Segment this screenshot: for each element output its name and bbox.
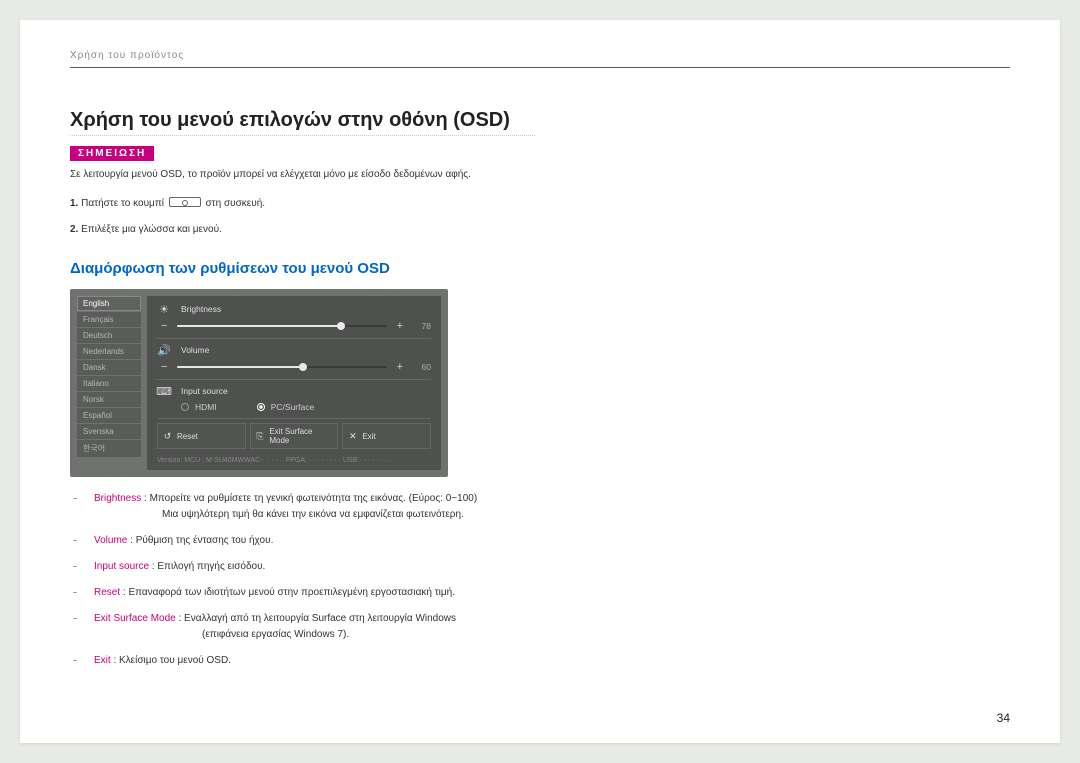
controls-column: ☀ Brightness − + 78 <box>147 296 441 470</box>
desc-sub: (επιφάνεια εργασίας Windows 7). <box>202 627 349 643</box>
brightness-block: ☀ Brightness − + 78 <box>157 302 431 339</box>
desc-input: ﹣ Input source : Επιλογή πηγής εισόδου. <box>70 559 790 575</box>
desc-volume: ﹣ Volume : Ρύθμιση της έντασης του ήχου. <box>70 533 790 549</box>
description-list: ﹣ Brightness : Μπορείτε να ρυθμίσετε τη … <box>70 491 790 669</box>
brightness-icon: ☀ <box>157 302 171 316</box>
desc-label: Volume <box>94 535 127 546</box>
volume-label: Volume <box>181 345 209 355</box>
step-num: 2. <box>70 224 78 235</box>
desc-text: : Επαναφορά των ιδιοτήτων μενού στην προ… <box>120 587 455 598</box>
plus-icon: + <box>393 320 407 332</box>
lang-item: English <box>77 296 141 311</box>
plus-icon: + <box>393 361 407 373</box>
lang-item: Nederlands <box>77 344 141 359</box>
desc-label: Input source <box>94 561 149 572</box>
subtitle: Διαμόρφωση των ρυθμίσεων του μενού OSD <box>70 260 535 277</box>
step-2: 2. Επιλέξτε μια γλώσσα και μενού. <box>70 222 535 238</box>
reset-button: ↺Reset <box>157 423 246 449</box>
desc-brightness: ﹣ Brightness : Μπορείτε να ρυθμίσετε τη … <box>70 491 790 523</box>
volume-value: 60 <box>413 362 431 372</box>
exit-button: ✕Exit <box>342 423 431 449</box>
page-number: 34 <box>997 711 1010 725</box>
note-badge: ΣΗΜΕΙΩΣΗ <box>70 146 154 161</box>
exit-surface-button: ⎘Exit Surface Mode <box>250 423 339 449</box>
volume-block: 🔊 Volume − + 60 <box>157 343 431 380</box>
exit-surface-icon: ⎘ <box>256 432 265 441</box>
minus-icon: − <box>157 320 171 332</box>
running-header: Χρήση του προϊόντος <box>70 50 1010 68</box>
lang-item: Español <box>77 408 141 423</box>
lang-item: Français <box>77 312 141 327</box>
input-pcsurface: PC/Surface <box>257 402 314 412</box>
volume-icon: 🔊 <box>157 343 171 357</box>
desc-text: : Μπορείτε να ρυθμίσετε τη γενική φωτειν… <box>141 493 477 504</box>
input-source-block: ⌨ Input source HDMI PC/Surface <box>157 384 431 419</box>
desc-label: Brightness <box>94 493 141 504</box>
brightness-value: 78 <box>413 321 431 331</box>
lang-item: Norsk <box>77 392 141 407</box>
lang-item: 한국어 <box>77 440 141 457</box>
desc-text: : Ρύθμιση της έντασης του ήχου. <box>127 535 273 546</box>
osd-buttons: ↺Reset ⎘Exit Surface Mode ✕Exit <box>157 423 431 449</box>
desc-label: Reset <box>94 587 120 598</box>
step-text-b: στη συσκευή. <box>206 198 266 209</box>
volume-slider <box>177 366 386 368</box>
desc-label: Exit <box>94 655 111 666</box>
lang-item: Deutsch <box>77 328 141 343</box>
input-icon: ⌨ <box>157 384 171 398</box>
input-hdmi: HDMI <box>181 402 217 412</box>
input-label: Input source <box>181 386 228 396</box>
page-title: Χρήση του μενού επιλογών στην οθόνη (OSD… <box>70 108 535 136</box>
step-text-a: Πατήστε το κουμπί <box>81 198 167 209</box>
document-page: Χρήση του προϊόντος Χρήση του μενού επιλ… <box>20 20 1060 743</box>
brightness-label: Brightness <box>181 304 221 314</box>
lang-item: Svenska <box>77 424 141 439</box>
desc-exit-surface: ﹣ Exit Surface Mode : Εναλλαγή από τη λε… <box>70 611 790 643</box>
version-text: Version: MCU : M-SU40MWWAC-· · · · .· FP… <box>157 453 431 464</box>
step-text: Επιλέξτε μια γλώσσα και μενού. <box>81 224 222 235</box>
lang-item: Dansk <box>77 360 141 375</box>
exit-icon: ✕ <box>348 432 357 441</box>
brightness-slider <box>177 325 386 327</box>
content-area: Χρήση του μενού επιλογών στην οθόνη (OSD… <box>70 108 1010 477</box>
reset-icon: ↺ <box>163 432 172 441</box>
desc-text: : Εναλλαγή από τη λειτουργία Surface στη… <box>176 613 456 624</box>
desc-sub: Μια υψηλότερη τιμή θα κάνει την εικόνα ν… <box>162 507 464 523</box>
desc-label: Exit Surface Mode <box>94 613 176 624</box>
step-num: 1. <box>70 198 78 209</box>
step-1: 1. Πατήστε το κουμπί στη συσκευή. <box>70 196 535 212</box>
lang-item: Italiano <box>77 376 141 391</box>
steps-list: 1. Πατήστε το κουμπί στη συσκευή. 2. Επι… <box>70 196 535 238</box>
desc-text: : Κλείσιμο του μενού OSD. <box>111 655 231 666</box>
radio-off-icon <box>181 403 189 411</box>
desc-reset: ﹣ Reset : Επαναφορά των ιδιοτήτων μενού … <box>70 585 790 601</box>
desc-text: : Επιλογή πηγής εισόδου. <box>149 561 265 572</box>
radio-on-icon <box>257 403 265 411</box>
desc-exit: ﹣ Exit : Κλείσιμο του μενού OSD. <box>70 653 790 669</box>
osd-panel: English Français Deutsch Nederlands Dans… <box>70 289 448 477</box>
device-button-icon <box>169 197 201 207</box>
minus-icon: − <box>157 361 171 373</box>
language-list: English Français Deutsch Nederlands Dans… <box>77 296 141 470</box>
note-text: Σε λειτουργία μενού OSD, το προϊόν μπορε… <box>70 167 535 182</box>
